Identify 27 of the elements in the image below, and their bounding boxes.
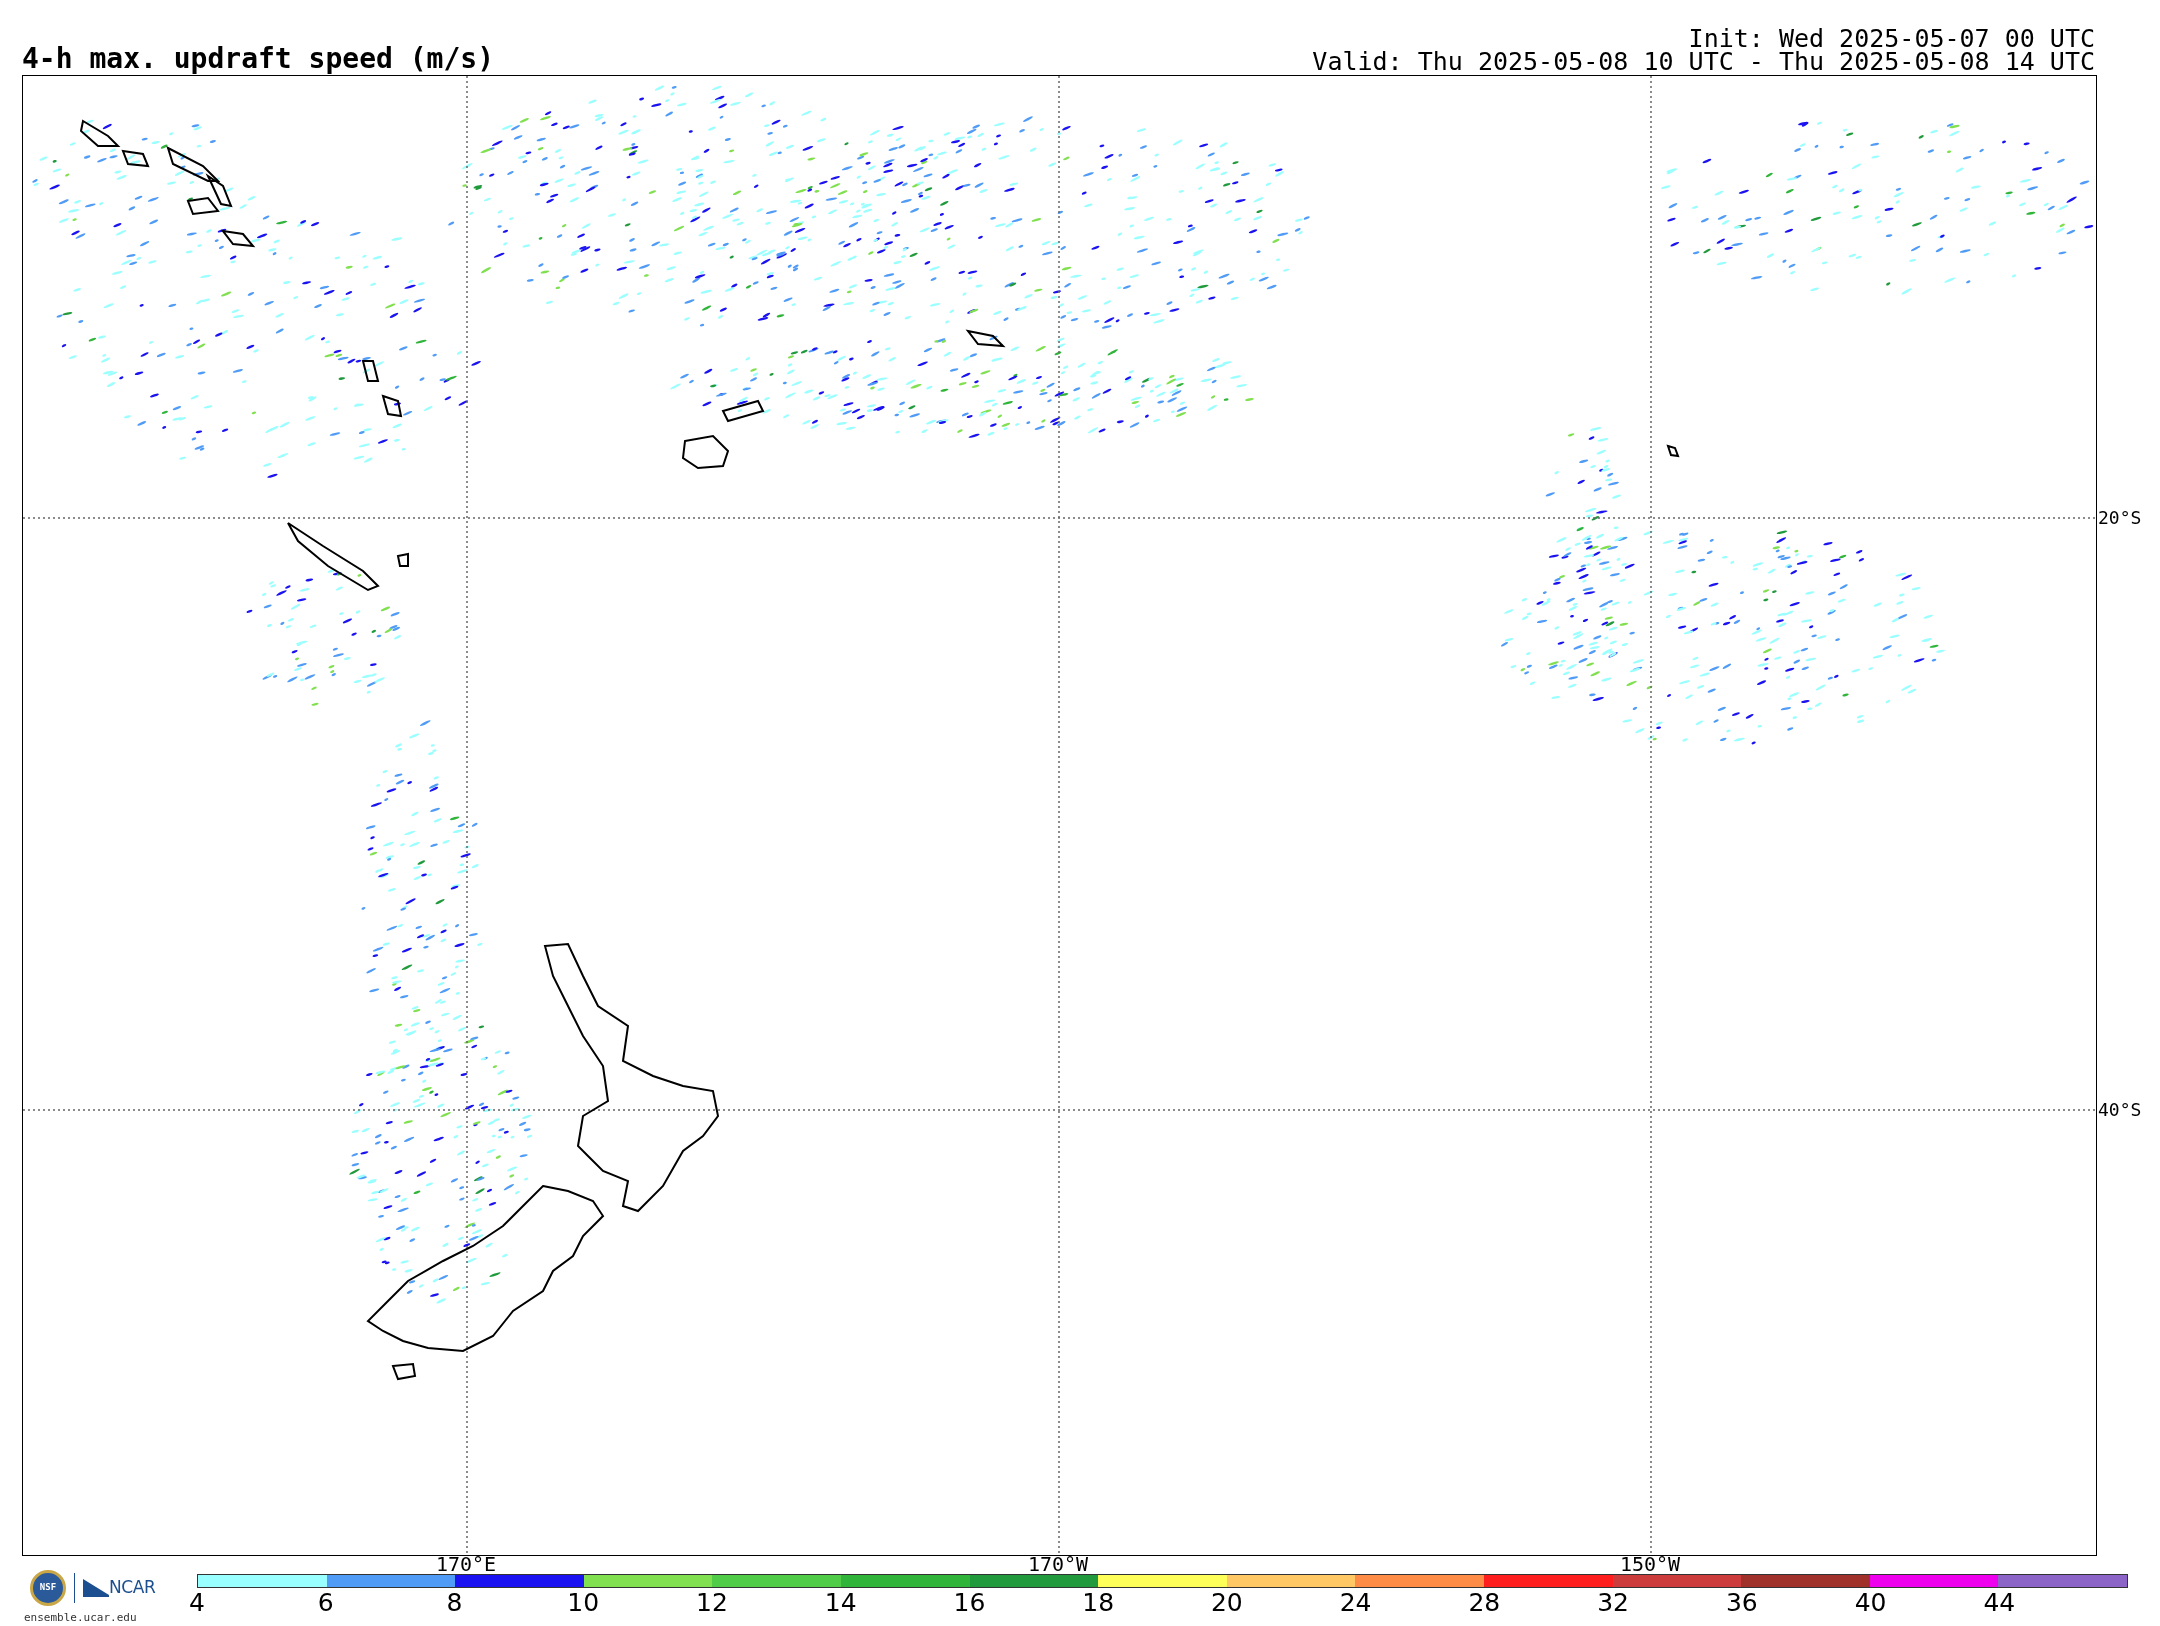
colorbar-tick-label: 6 <box>317 1589 334 1615</box>
valid-time: Valid: Thu 2025-05-08 10 UTC - Thu 2025-05-08 14 UTC <box>1312 49 2095 73</box>
colorbar-tick-label: 44 <box>1983 1589 2016 1615</box>
colorbar-tick-label: 14 <box>824 1589 857 1615</box>
site-url: ensemble.ucar.edu <box>24 1609 137 1626</box>
colorbar-tick-label: 10 <box>567 1589 600 1615</box>
colorbar-tick-label: 20 <box>1210 1589 1243 1615</box>
colorbar-tick-label: 8 <box>446 1589 463 1615</box>
latitude-label: 20°S <box>2098 508 2142 527</box>
longitude-label: 170°E <box>435 1553 497 1574</box>
latitude-label: 40°S <box>2098 1100 2142 1119</box>
colorbar-tick-label: 28 <box>1468 1589 1501 1615</box>
colorbar-tick-label: 12 <box>696 1589 728 1615</box>
colorbar-tick-label: 40 <box>1854 1589 1887 1615</box>
nsf-logo: NSF <box>30 1569 66 1606</box>
ncar-logo-text: NCAR <box>109 1575 156 1599</box>
init-time: Init: Wed 2025-05-07 00 UTC <box>1688 26 2095 50</box>
longitude-label: 170°W <box>1027 1553 1089 1574</box>
map-title: 4-h max. updraft speed (m/s) <box>22 44 494 73</box>
ncar-logo-icon <box>83 1578 109 1597</box>
colorbar-tick-label: 16 <box>953 1589 986 1615</box>
colorbar-tick-label: 36 <box>1725 1589 1758 1615</box>
longitude-label: 150°W <box>1619 1553 1681 1574</box>
colorbar-tick-label: 32 <box>1597 1589 1629 1615</box>
colorbar-tick-label: 18 <box>1082 1589 1115 1615</box>
colorbar-tick-label: 4 <box>189 1589 205 1615</box>
colorbar-tick-label: 24 <box>1339 1589 1372 1615</box>
